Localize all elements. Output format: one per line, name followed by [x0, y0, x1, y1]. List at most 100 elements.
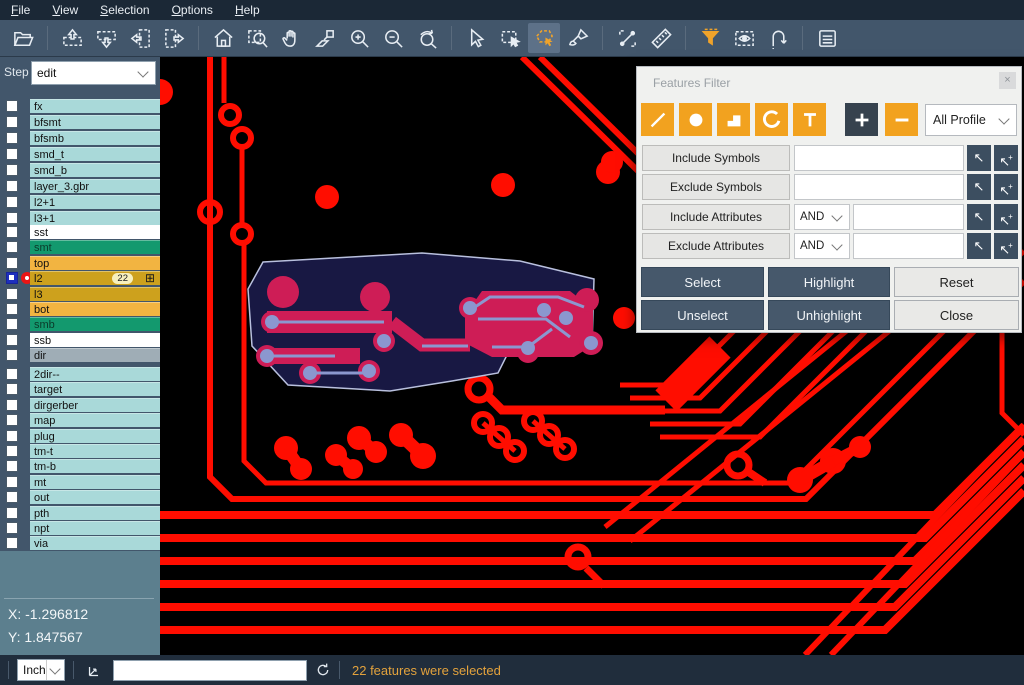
layer-row-smd_t[interactable]: smd_t — [0, 147, 160, 161]
pick-add-attribute-icon[interactable]: ↖+ — [994, 233, 1018, 259]
layer-name[interactable]: l3+1 — [30, 211, 160, 225]
zoom-object-icon[interactable] — [309, 23, 341, 53]
layer-checkbox[interactable] — [6, 334, 18, 346]
polygon-select-icon[interactable] — [528, 23, 560, 53]
reset-button[interactable]: Reset — [894, 267, 1019, 297]
unselect-button[interactable]: Unselect — [641, 300, 764, 330]
open-folder-icon[interactable] — [7, 23, 39, 53]
pan-hand-icon[interactable] — [275, 23, 307, 53]
rect-select-icon[interactable] — [494, 23, 526, 53]
layer-name[interactable]: 2dir-- — [30, 367, 160, 381]
home-view-icon[interactable] — [207, 23, 239, 53]
layer-name[interactable]: l2+1 — [30, 195, 160, 209]
menu-options[interactable]: Options — [161, 0, 224, 20]
layer-checkbox[interactable] — [6, 522, 18, 534]
features-filter-icon[interactable] — [694, 23, 726, 53]
layer-name[interactable]: smt — [30, 240, 160, 254]
selection-region[interactable] — [248, 253, 603, 391]
layer-name[interactable]: bfsmt — [30, 115, 160, 129]
menu-file[interactable]: File — [0, 0, 41, 20]
layer-row-bfsmb[interactable]: bfsmb — [0, 131, 160, 145]
import-right-icon[interactable] — [158, 23, 190, 53]
minus-feature-icon[interactable] — [885, 103, 918, 136]
pick-symbol-icon[interactable]: ↖ — [967, 145, 991, 171]
line-feature-icon[interactable] — [641, 103, 674, 136]
layer-row-smd_b[interactable]: smd_b — [0, 163, 160, 177]
layer-row-l2+1[interactable]: l2+1 — [0, 195, 160, 209]
layer-checkbox[interactable] — [6, 383, 18, 395]
layer-name[interactable]: layer_3.gbr — [30, 179, 160, 193]
layer-name[interactable]: ssb — [30, 333, 160, 347]
layer-name[interactable]: bot — [30, 302, 160, 316]
layer-checkbox[interactable] — [6, 132, 18, 144]
layer-row-smb[interactable]: smb — [0, 317, 160, 331]
layer-name[interactable]: target — [30, 382, 160, 396]
grid-icon[interactable]: ⊞ — [145, 271, 155, 285]
layer-checkbox[interactable] — [6, 196, 18, 208]
profile-select[interactable]: All Profile — [925, 104, 1017, 136]
pick-attribute-icon[interactable]: ↖ — [967, 204, 991, 230]
layer-checkbox[interactable] — [6, 303, 18, 315]
layer-checkbox[interactable] — [6, 318, 18, 330]
layer-name[interactable]: dirgerber — [30, 398, 160, 412]
zoom-previous-icon[interactable] — [411, 23, 443, 53]
include-symbols-input[interactable] — [794, 145, 964, 171]
layer-name[interactable]: smd_b — [30, 163, 160, 177]
layer-checkbox[interactable] — [6, 507, 18, 519]
layer-name[interactable]: smb — [30, 317, 160, 331]
layer-checkbox[interactable] — [6, 491, 18, 503]
layer-row-npt[interactable]: npt — [0, 521, 160, 535]
menu-help[interactable]: Help — [224, 0, 271, 20]
layer-row-tm-t[interactable]: tm-t — [0, 444, 160, 458]
layer-row-bot[interactable]: bot — [0, 302, 160, 316]
layer-name[interactable]: via — [30, 536, 160, 550]
include-symbols-button[interactable]: Include Symbols — [642, 145, 790, 171]
layer-row-dir[interactable]: dir — [0, 348, 160, 362]
layer-row-bfsmt[interactable]: bfsmt — [0, 115, 160, 129]
layer-row-fx[interactable]: fx — [0, 99, 160, 113]
layers-panel-icon[interactable] — [811, 23, 843, 53]
import-bottom-icon[interactable] — [90, 23, 122, 53]
zoom-in-icon[interactable] — [343, 23, 375, 53]
plus-feature-icon[interactable] — [845, 103, 878, 136]
layer-name[interactable]: bfsmb — [30, 131, 160, 145]
import-left-icon[interactable] — [124, 23, 156, 53]
layer-row-map[interactable]: map — [0, 413, 160, 427]
layer-checkbox[interactable] — [6, 272, 18, 284]
exclude-symbols-input[interactable] — [794, 174, 964, 200]
layer-row-l3+1[interactable]: l3+1 — [0, 211, 160, 225]
layer-checkbox[interactable] — [6, 100, 18, 112]
layer-checkbox[interactable] — [6, 476, 18, 488]
layer-checkbox[interactable] — [6, 116, 18, 128]
exclude-attributes-input[interactable] — [853, 233, 964, 259]
snap-angle-icon[interactable] — [86, 662, 103, 679]
layer-checkbox[interactable] — [6, 399, 18, 411]
layer-name[interactable]: l2 — [30, 271, 160, 285]
layer-name[interactable]: pth — [30, 506, 160, 520]
menu-view[interactable]: View — [41, 0, 89, 20]
layer-checkbox[interactable] — [6, 241, 18, 253]
layer-checkbox[interactable] — [6, 288, 18, 300]
include-attributes-button[interactable]: Include Attributes — [642, 204, 790, 230]
layer-row-smt[interactable]: smt — [0, 240, 160, 254]
layer-checkbox[interactable] — [6, 460, 18, 472]
layer-checkbox[interactable] — [6, 212, 18, 224]
layer-name[interactable]: out — [30, 490, 160, 504]
refresh-icon[interactable] — [315, 662, 331, 678]
layer-row-pth[interactable]: pth — [0, 506, 160, 520]
measure-ruler-icon[interactable] — [645, 23, 677, 53]
menu-selection[interactable]: Selection — [89, 0, 160, 20]
pick-add-symbol-icon[interactable]: ↖+ — [994, 174, 1018, 200]
and-select[interactable]: AND — [794, 233, 850, 259]
layer-checkbox[interactable] — [6, 164, 18, 176]
unit-select[interactable]: Inch — [17, 659, 65, 681]
select-cursor-icon[interactable] — [460, 23, 492, 53]
arc-feature-icon[interactable] — [755, 103, 788, 136]
command-input[interactable] — [113, 660, 307, 681]
layer-checkbox[interactable] — [6, 148, 18, 160]
layer-name[interactable]: fx — [30, 99, 160, 113]
layer-name[interactable]: l3 — [30, 287, 160, 301]
step-select[interactable]: edit — [31, 61, 156, 85]
layer-name[interactable]: tm-t — [30, 444, 160, 458]
layer-checkbox[interactable] — [6, 226, 18, 238]
